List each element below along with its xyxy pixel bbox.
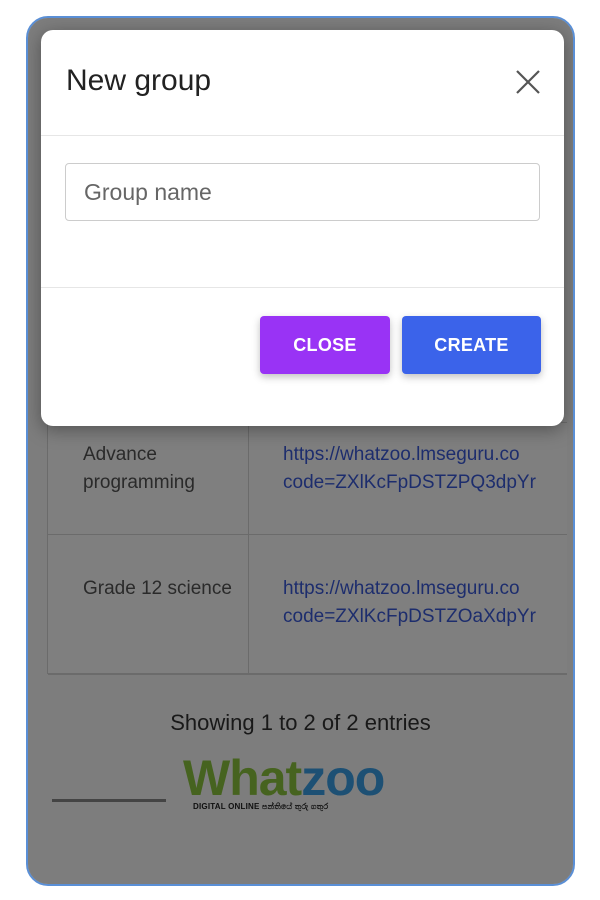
close-icon-glyph <box>516 70 540 94</box>
dialog-title: New group <box>66 64 212 97</box>
create-button[interactable]: CREATE <box>402 316 541 374</box>
dialog-body <box>41 136 564 288</box>
new-group-dialog: New group CLOSE CREATE <box>41 30 564 426</box>
app-frame: Advance programming https://whatzoo.lmse… <box>26 16 575 886</box>
close-icon[interactable] <box>514 68 542 96</box>
group-name-input[interactable] <box>65 163 540 221</box>
dialog-header: New group <box>41 30 564 136</box>
close-button[interactable]: CLOSE <box>260 316 390 374</box>
